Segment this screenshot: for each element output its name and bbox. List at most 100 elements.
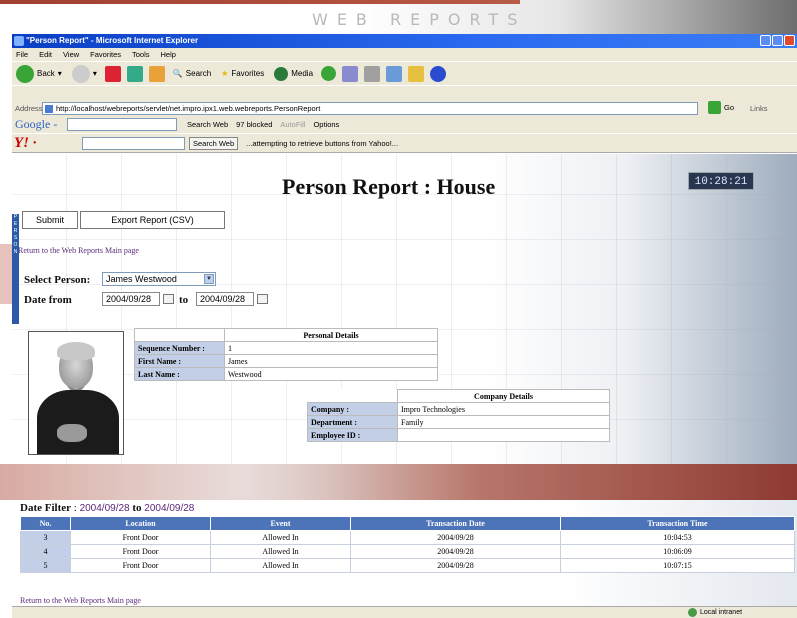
- table-row: 4 Front Door Allowed In 2004/09/28 10:06…: [20, 544, 795, 559]
- report-page: P E R S O N Person Report : House 10:28:…: [12, 154, 797, 464]
- return-main-link[interactable]: Return to the Web Reports Main page: [18, 246, 139, 255]
- autofill-button[interactable]: AutoFill: [280, 120, 305, 129]
- favorites-button[interactable]: ★ Favorites: [219, 64, 266, 84]
- media-icon: [274, 66, 289, 81]
- print-icon[interactable]: [364, 65, 381, 82]
- address-bar: Address http://localhost/webreports/serv…: [12, 86, 797, 116]
- bluetooth-icon[interactable]: [430, 65, 447, 82]
- yahoo-search-web-button[interactable]: Search Web: [189, 136, 239, 150]
- maximize-icon[interactable]: [772, 35, 783, 46]
- page-icon: [45, 105, 53, 113]
- forward-button[interactable]: ▾: [70, 64, 99, 84]
- date-to-label: to: [179, 294, 189, 306]
- edit-icon[interactable]: [386, 65, 403, 82]
- menu-bar: File Edit View Favorites Tools Help: [12, 48, 797, 61]
- address-label: Address: [15, 104, 43, 113]
- personal-details-table: Personal Details Sequence Number :1 Firs…: [134, 328, 438, 381]
- date-from-input[interactable]: 2004/09/28: [102, 292, 160, 306]
- yahoo-toolbar: Y! · Search Web ...attempting to retriev…: [12, 134, 797, 153]
- select-person-label: Select Person:: [24, 274, 91, 286]
- ie-icon: [14, 36, 24, 46]
- menu-file[interactable]: File: [16, 48, 28, 61]
- col-header-location: Location: [70, 516, 211, 531]
- side-tab[interactable]: P E R S O N: [12, 214, 19, 324]
- go-arrow-icon: [708, 101, 721, 114]
- google-toolbar: Google - Search Web 97 blocked AutoFill …: [12, 116, 797, 133]
- table-row: 5 Front Door Allowed In 2004/09/28 10:07…: [20, 558, 795, 573]
- menu-view[interactable]: View: [63, 48, 79, 61]
- col-header-no: No.: [20, 516, 71, 531]
- media-button[interactable]: Media: [272, 64, 315, 84]
- table-row: Department : Family: [307, 415, 610, 429]
- person-photo: [28, 331, 124, 455]
- company-details-table: Company Details Company : Impro Technolog…: [307, 389, 610, 442]
- menu-tools[interactable]: Tools: [132, 48, 150, 61]
- mail-icon[interactable]: [342, 65, 359, 82]
- menu-edit[interactable]: Edit: [39, 48, 52, 61]
- screenshot-root: WEB REPORTS "Person Report" - Microsoft …: [0, 0, 797, 618]
- col-header-time: Transaction Time: [560, 516, 795, 531]
- export-csv-button[interactable]: Export Report (CSV): [80, 211, 225, 229]
- window-titlebar: "Person Report" - Microsoft Internet Exp…: [12, 34, 797, 48]
- menu-favorites[interactable]: Favorites: [90, 48, 121, 61]
- back-arrow-icon: [16, 64, 34, 83]
- address-url: http://localhost/webreports/servlet/net.…: [56, 104, 321, 113]
- intranet-icon: [688, 608, 697, 617]
- status-bar: Local intranet: [12, 606, 797, 618]
- stop-icon[interactable]: [104, 65, 121, 82]
- table-row: Company : Impro Technologies: [307, 402, 610, 416]
- table-row: Sequence Number :1: [134, 341, 438, 355]
- table-row: Employee ID :: [307, 428, 610, 442]
- chevron-down-icon: ▼: [204, 274, 214, 284]
- history-icon[interactable]: [321, 66, 337, 81]
- date-filter: Date Filter : 2004/09/28 to 2004/09/28: [20, 502, 195, 514]
- go-button[interactable]: Go: [708, 101, 734, 114]
- back-button[interactable]: Back ▾: [14, 64, 64, 84]
- home-icon[interactable]: [148, 65, 165, 82]
- table-row: 3 Front Door Allowed In 2004/09/28 10:04…: [20, 530, 795, 545]
- window-controls: [760, 35, 795, 46]
- refresh-icon[interactable]: [126, 65, 143, 82]
- mid-banner: [0, 464, 797, 500]
- google-search-web-button[interactable]: Search Web: [187, 120, 228, 129]
- return-main-link-bottom[interactable]: Return to the Web Reports Main page: [20, 596, 141, 605]
- date-to-input[interactable]: 2004/09/28: [196, 292, 254, 306]
- security-zone: Local intranet: [688, 608, 742, 617]
- table-row: Last Name : Westwood: [134, 367, 438, 381]
- page-title: Person Report : House: [282, 174, 496, 199]
- transactions-section: Date Filter : 2004/09/28 to 2004/09/28 N…: [12, 500, 797, 606]
- star-icon: ★: [221, 69, 229, 78]
- calendar-icon[interactable]: [163, 294, 174, 304]
- address-input[interactable]: http://localhost/webreports/servlet/net.…: [42, 102, 698, 115]
- col-header-event: Event: [210, 516, 351, 531]
- transactions-table: No. Location Event Transaction Date Tran…: [20, 516, 795, 573]
- col-header-date: Transaction Date: [350, 516, 561, 531]
- close-icon[interactable]: [784, 35, 795, 46]
- table-row: First Name : James: [134, 354, 438, 368]
- brand-banner: WEB REPORTS: [0, 0, 797, 34]
- yahoo-search-input[interactable]: [82, 136, 185, 150]
- calendar-icon[interactable]: [257, 294, 268, 304]
- clock-display: 10:28:21: [688, 172, 754, 190]
- person-select[interactable]: James Westwood ▼: [102, 272, 216, 286]
- search-button[interactable]: 🔍 Search: [171, 64, 213, 84]
- folder-icon[interactable]: [408, 65, 425, 82]
- google-logo[interactable]: Google -: [15, 117, 67, 132]
- google-search-input[interactable]: [67, 118, 177, 131]
- google-options-button[interactable]: Options: [313, 120, 339, 129]
- yahoo-logo[interactable]: Y! ·: [14, 135, 82, 152]
- forward-arrow-icon: [71, 64, 90, 83]
- date-from-label: Date from: [24, 294, 72, 306]
- brand-title: WEB REPORTS: [312, 10, 527, 29]
- minimize-icon[interactable]: [760, 35, 771, 46]
- menu-help[interactable]: Help: [161, 48, 176, 61]
- banner-accent: [0, 0, 520, 4]
- personal-details-header: Personal Details: [224, 328, 438, 342]
- popup-blocked-button[interactable]: 97 blocked: [236, 120, 272, 129]
- yahoo-status-text: ...attempting to retrieve buttons from Y…: [246, 138, 399, 148]
- window-title: "Person Report" - Microsoft Internet Exp…: [26, 36, 199, 45]
- submit-button[interactable]: Submit: [22, 211, 78, 229]
- company-details-header: Company Details: [397, 389, 610, 403]
- browser-toolbar: Back ▾ ▾ 🔍 Search ★ Favorites Media: [12, 61, 797, 85]
- links-button[interactable]: Links: [750, 104, 768, 113]
